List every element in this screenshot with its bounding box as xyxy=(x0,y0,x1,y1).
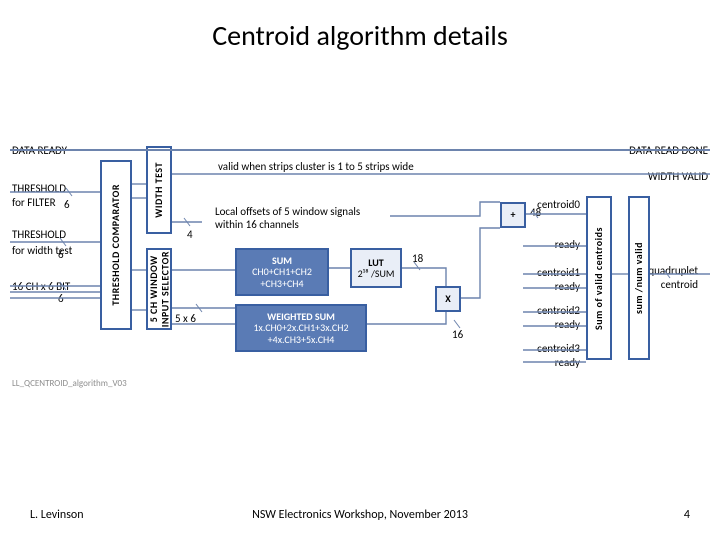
label-data-ready: DATA READY xyxy=(12,144,67,157)
label-data-read-done: DATA READ DONE xyxy=(629,144,708,157)
block-threshold-comparator-label: THRESHOLD COMPARATOR xyxy=(110,184,122,306)
footer-page: 4 xyxy=(684,508,690,522)
block-sum: SUM CH0+CH1+CH2 +CH3+CH4 xyxy=(235,248,329,296)
block-input-selector-label: 5 CH WINDOWINPUT SELECTOR xyxy=(148,251,171,327)
diagram-caption: LL_QCENTROID_algorithm_V03 xyxy=(12,378,127,389)
label-ready1: ready xyxy=(526,280,580,293)
label-threshold-filter: THRESHOLD xyxy=(12,182,66,195)
block-lut-body: 2¹⁸ /SUM xyxy=(358,268,395,280)
footer-author: L. Levinson xyxy=(30,508,84,522)
block-weighted-sum: WEIGHTED SUM 1x.CH0+2x.CH1+3x.CH2 +4x.CH… xyxy=(235,304,367,352)
block-width-test-label: WIDTH TEST xyxy=(153,162,165,218)
footer-event: NSW Electronics Workshop, November 2013 xyxy=(252,508,468,522)
block-sum-body: CH0+CH1+CH2 +CH3+CH4 xyxy=(252,266,312,289)
label-valid-desc: valid when strips cluster is 1 to 5 stri… xyxy=(218,160,414,173)
label-ready2: ready xyxy=(526,318,580,331)
block-sum-valid-label: Sum of valid centroids xyxy=(593,227,605,330)
w6-c: 6 xyxy=(58,292,64,305)
block-input-selector: 5 CH WINDOWINPUT SELECTOR xyxy=(146,248,172,330)
block-lut: LUT 2¹⁸ /SUM xyxy=(350,248,402,288)
block-threshold-comparator: THRESHOLD COMPARATOR xyxy=(100,160,132,330)
w6-a: 6 xyxy=(64,198,70,211)
label-centroid2: centroid2 xyxy=(526,304,580,317)
w5x6: 5 x 6 xyxy=(175,312,196,325)
label-centroid3: centroid3 xyxy=(526,342,580,355)
w16: 16 xyxy=(452,328,463,341)
w4: 4 xyxy=(187,228,193,241)
label-width-valid: WIDTH VALID xyxy=(648,170,708,183)
label-offsets: Local offsets of 5 window signalswithin … xyxy=(215,206,360,231)
slide-title: Centroid algorithm details xyxy=(0,18,720,53)
label-centroid0: centroid0 xyxy=(526,198,580,211)
block-wsum-body: 1x.CH0+2x.CH1+3x.CH2 +4x.CH3+5x.CH4 xyxy=(253,322,348,345)
label-threshold-filter2: for FILTER xyxy=(12,196,56,209)
block-diagram: DATA READY THRESHOLD for FILTER THRESHOL… xyxy=(10,110,710,440)
label-quadruplet-a: quadruplet xyxy=(648,264,698,277)
block-sum-div-label: sum /num valid xyxy=(633,242,645,314)
label-threshold-width: THRESHOLD xyxy=(12,228,66,241)
label-ready3: ready xyxy=(526,356,580,369)
block-add: + xyxy=(500,202,526,228)
block-width-test: WIDTH TEST xyxy=(146,146,172,234)
block-sum-div: sum /num valid xyxy=(628,196,650,360)
block-mult: X xyxy=(435,286,461,312)
w18: 18 xyxy=(412,252,423,265)
block-sum-valid: Sum of valid centroids xyxy=(586,196,612,360)
w6-b: 6 xyxy=(58,248,64,261)
label-centroid1: centroid1 xyxy=(526,266,580,279)
label-ready0: ready xyxy=(526,238,580,251)
label-quadruplet-b: centroid xyxy=(661,278,698,291)
